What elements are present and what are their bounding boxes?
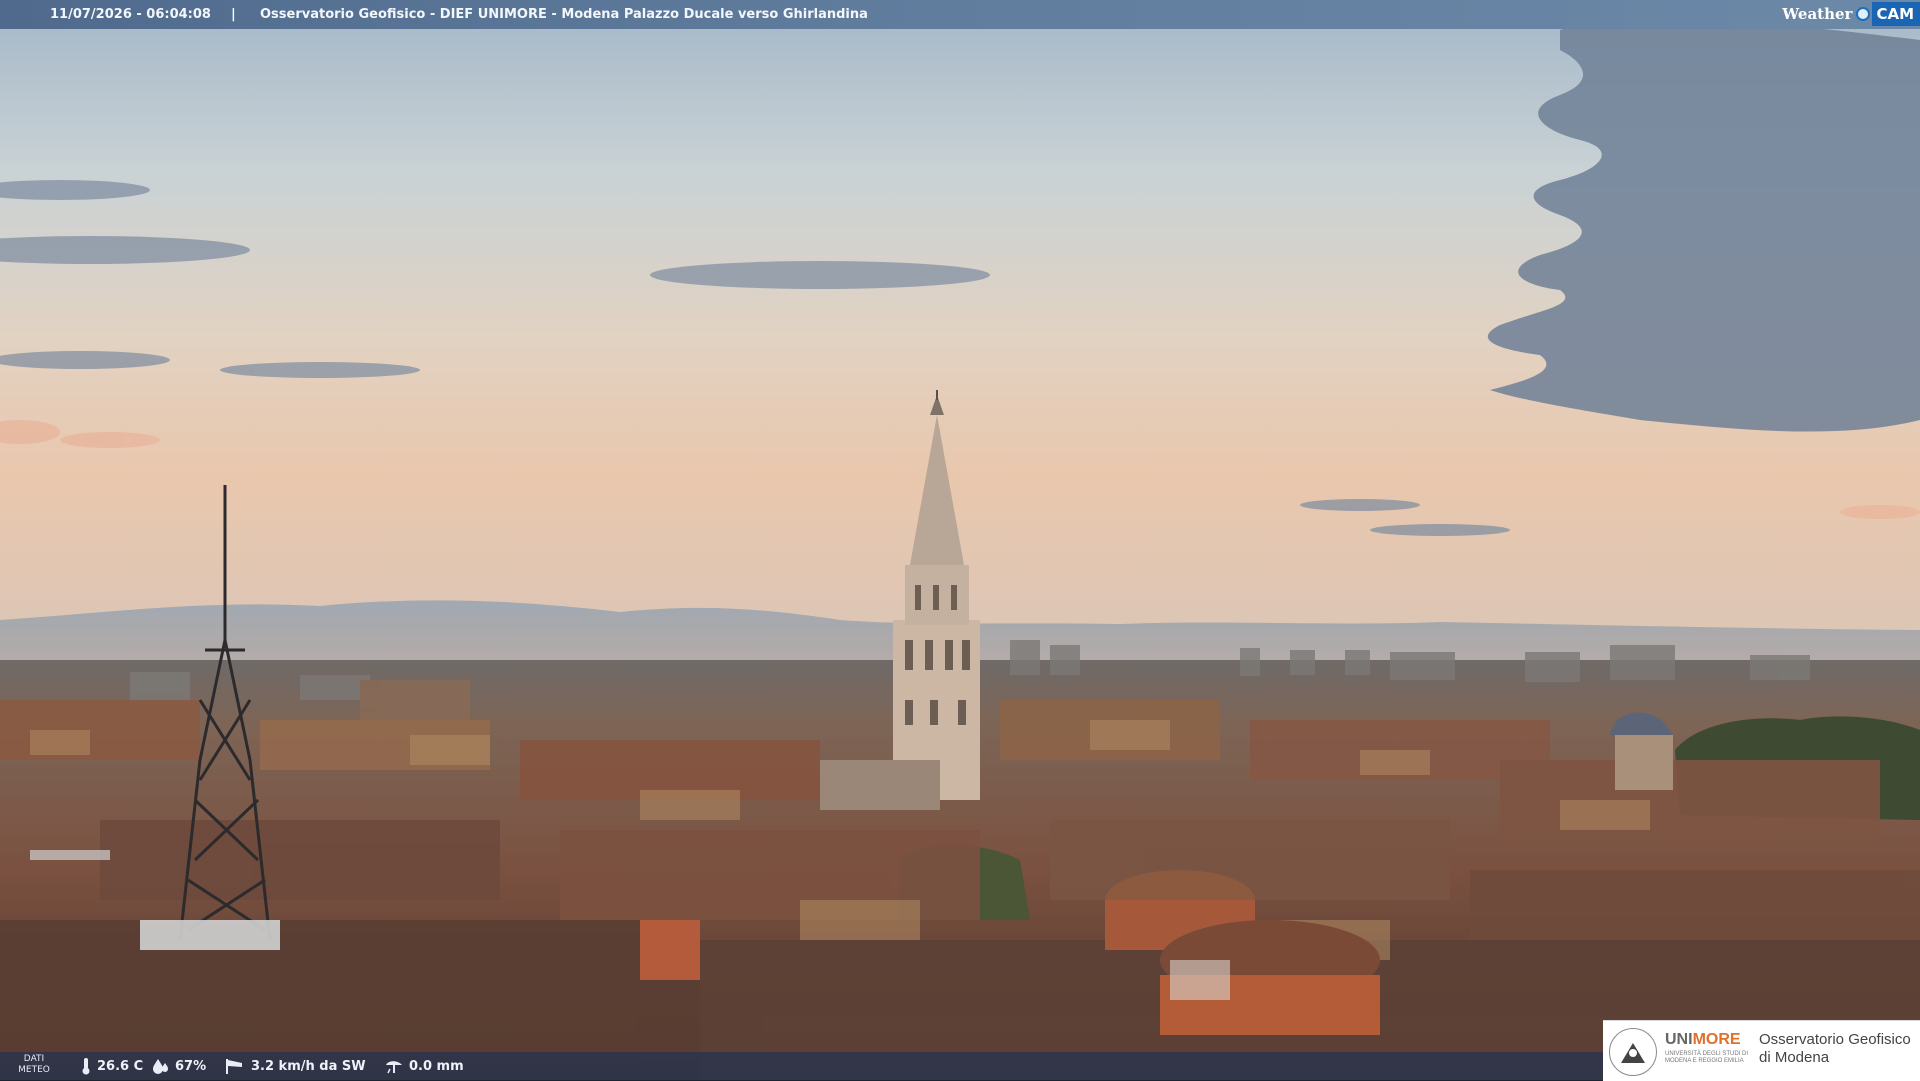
unimore-wordmark: UNIMORE [1665,1031,1741,1048]
header-separator: | [231,7,236,22]
unimore-logo-panel: UNIMORE UNIVERSITÀ DEGLI STUDI DI MODENA… [1603,1020,1920,1081]
timestamp: 11/07/2026 - 06:04:08 [50,7,211,22]
brand-dot-icon [1856,7,1871,21]
rain-reading: 0.0 mm [384,1052,464,1080]
brand-cam-text: CAM [1872,2,1920,26]
header-bar: 11/07/2026 - 06:04:08 | Osservatorio Geo… [0,0,1920,29]
camera-title: Osservatorio Geofisico - DIEF UNIMORE - … [260,7,868,22]
rain-value: 0.0 mm [409,1058,464,1074]
wind-reading: 3.2 km/h da SW [224,1052,366,1080]
temperature-reading: 26.6 C [80,1052,143,1080]
thermometer-icon [82,1058,90,1075]
webcam-photo [0,0,1920,1080]
humidity-drop-icon [153,1059,168,1074]
temperature-value: 26.6 C [97,1058,144,1074]
wind-sock-icon [226,1059,242,1074]
humidity-value: 67% [175,1058,207,1074]
university-seal-icon [1609,1028,1657,1076]
unimore-subtitle: UNIVERSITÀ DEGLI STUDI DI MODENA E REGGI… [1665,1051,1749,1064]
weather-data-label: DATI METEO [18,1054,50,1075]
brand-weather-text: Weather [1782,4,1853,23]
weathercam-logo: Weather CAM [1782,2,1920,26]
humidity-reading: 67% [152,1052,206,1080]
rain-gauge-icon [386,1061,402,1074]
wind-value: 3.2 km/h da SW [251,1058,366,1074]
observatory-name: Osservatorio Geofisico di Modena [1759,1031,1911,1066]
